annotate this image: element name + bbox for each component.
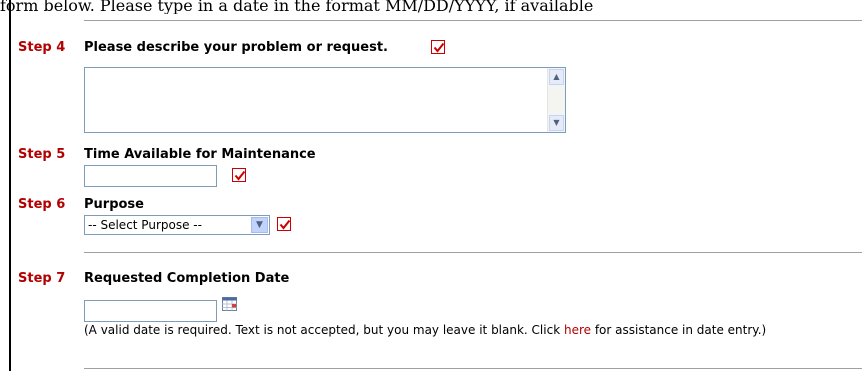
date-help-text-after: for assistance in date entry.) [591,323,767,337]
step-6-number: Step 6 [18,197,66,212]
date-help-link[interactable]: here [564,323,591,337]
date-help-note: (A valid date is required. Text is not a… [84,323,862,337]
step-6-title: Purpose [84,197,144,212]
page-left-border [9,0,11,371]
checkmark-icon [277,217,291,231]
divider-top [84,20,862,21]
purpose-select[interactable]: -- Select Purpose -- ▼ [84,215,270,235]
chevron-down-icon[interactable]: ▼ [251,217,268,233]
checkmark-icon [431,40,445,54]
problem-description-textarea[interactable]: ▲ ▼ [84,67,566,133]
step-7-number: Step 7 [18,271,66,286]
calendar-icon[interactable] [222,297,237,315]
completion-date-input[interactable] [84,300,217,322]
purpose-select-value: -- Select Purpose -- [88,218,202,232]
maintenance-time-input[interactable] [84,165,217,187]
step-4-title: Please describe your problem or request. [84,40,388,55]
textarea-scrollbar[interactable]: ▲ ▼ [547,68,565,132]
checkmark-icon [232,168,246,182]
clipped-instructions-text: form below. Please type in a date in the… [0,0,594,14]
divider-middle [84,252,862,253]
scroll-up-arrow-icon[interactable]: ▲ [549,69,564,85]
date-help-text-before: (A valid date is required. Text is not a… [84,323,564,337]
step-4-number: Step 4 [18,40,66,55]
step-7-title: Requested Completion Date [84,271,290,286]
step-5-number: Step 5 [18,147,66,162]
step-5-title: Time Available for Maintenance [84,147,316,162]
divider-bottom [84,368,862,369]
scroll-down-arrow-icon[interactable]: ▼ [549,115,564,131]
